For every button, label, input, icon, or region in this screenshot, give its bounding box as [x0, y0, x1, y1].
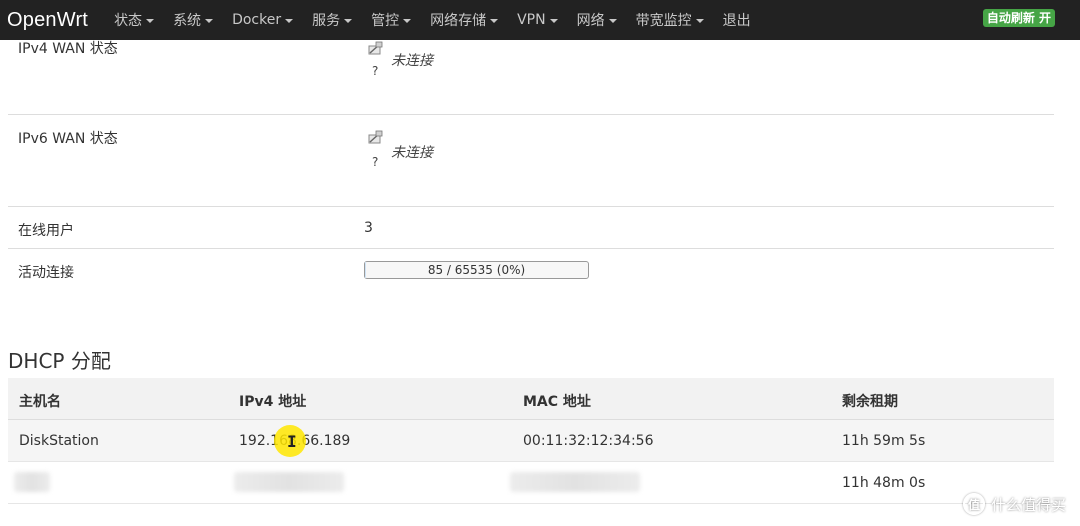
menu-system[interactable]: 系统	[173, 10, 214, 30]
menu-vpn[interactable]: VPN	[517, 12, 558, 28]
col-mac: MAC 地址	[523, 394, 591, 410]
ipv6-wan-label: IPv6 WAN 状态	[18, 131, 118, 147]
ipv4-wan-label: IPv4 WAN 状态	[18, 41, 118, 57]
hostname-cell: DiskStation	[19, 433, 99, 449]
chevron-down-icon	[695, 19, 704, 23]
menu-control-label: 管控	[371, 13, 400, 29]
chevron-down-icon	[205, 19, 214, 23]
menu-services-label: 服务	[312, 13, 341, 29]
dhcp-table-header: 主机名 IPv4 地址 MAC 地址 剩余租期	[8, 378, 1054, 420]
menu-system-label: 系统	[173, 13, 202, 29]
menu-services[interactable]: 服务	[312, 10, 353, 30]
main-menu: 状态 系统 Docker 服务 管控 网络存储 VPN 网络 带宽监控 退出	[114, 0, 770, 40]
dhcp-section-title: DHCP 分配	[8, 349, 111, 373]
menu-bandwidth[interactable]: 带宽监控	[636, 10, 704, 30]
menu-network[interactable]: 网络	[577, 10, 617, 30]
top-navbar: OpenWrt 状态 系统 Docker 服务 管控 网络存储 VPN 网络 带…	[0, 0, 1080, 40]
menu-docker-label: Docker	[232, 12, 282, 28]
wan-unknown-symbol: ?	[372, 155, 379, 169]
redacted-ipv4	[234, 472, 344, 492]
menu-nas[interactable]: 网络存储	[430, 10, 499, 30]
menu-network-label: 网络	[576, 13, 605, 29]
menu-bandwidth-label: 带宽监控	[635, 13, 692, 29]
auto-refresh-toggle[interactable]: 自动刷新 开	[982, 9, 1055, 27]
ipv6-wan-row: IPv6 WAN 状态 ? 未连接	[8, 115, 1054, 207]
online-users-value: 3	[364, 220, 373, 236]
active-connections-row: 活动连接 85 / 65535 (0%)	[8, 249, 1054, 293]
progress-text: 85 / 65535 (0%)	[427, 263, 526, 277]
chevron-down-icon	[146, 19, 155, 23]
table-row: 11h 48m 0s	[8, 462, 1054, 504]
text-cursor-icon: I	[287, 432, 297, 451]
ipv4-wan-state: 未连接	[391, 53, 433, 69]
menu-nas-label: 网络存储	[430, 13, 487, 29]
chevron-down-icon	[549, 19, 558, 23]
redacted-hostname	[14, 472, 50, 492]
chevron-down-icon	[608, 19, 617, 23]
watermark-text: 什么值得买	[990, 495, 1066, 514]
chevron-down-icon	[403, 19, 412, 23]
online-users-row: 在线用户 3	[8, 207, 1054, 249]
col-hostname: 主机名	[19, 394, 61, 410]
lease-cell: 11h 59m 5s	[842, 433, 926, 449]
ipv4-wan-row: IPv4 WAN 状态 ? 未连接	[8, 40, 1054, 115]
menu-logout[interactable]: 退出	[723, 10, 751, 30]
brand-logo[interactable]: OpenWrt	[7, 9, 88, 32]
menu-status[interactable]: 状态	[114, 10, 155, 30]
menu-docker[interactable]: Docker	[232, 12, 294, 28]
ipv6-wan-state: 未连接	[391, 145, 433, 161]
table-row: DiskStation 192.168.66.189 00:11:32:12:3…	[8, 420, 1054, 462]
online-users-label: 在线用户	[18, 223, 74, 239]
redacted-mac	[510, 472, 640, 492]
lease-cell: 11h 48m 0s	[842, 475, 926, 491]
active-connections-label: 活动连接	[18, 265, 74, 281]
wan-unknown-symbol: ?	[372, 64, 379, 78]
menu-status-label: 状态	[114, 13, 143, 29]
mac-cell: 00:11:32:12:34:56	[523, 433, 654, 449]
chevron-down-icon	[344, 19, 353, 23]
menu-control[interactable]: 管控	[371, 10, 412, 30]
chevron-down-icon	[490, 19, 499, 23]
chevron-down-icon	[285, 19, 294, 23]
watermark-logo-icon: 值	[962, 493, 985, 515]
col-lease: 剩余租期	[842, 394, 898, 410]
network-disconnected-icon	[368, 130, 383, 144]
watermark: 值 什么值得买	[962, 493, 1066, 515]
network-disconnected-icon	[368, 41, 383, 55]
menu-logout-label: 退出	[722, 13, 751, 29]
active-connections-progress: 85 / 65535 (0%)	[364, 261, 589, 279]
menu-vpn-label: VPN	[517, 12, 546, 28]
col-ipv4: IPv4 地址	[239, 394, 307, 410]
